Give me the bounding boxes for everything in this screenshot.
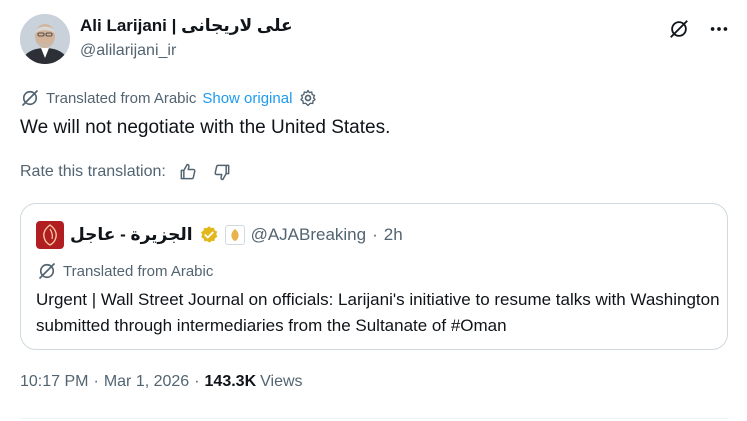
rate-translation-label: Rate this translation: [20, 163, 166, 180]
show-original-link[interactable]: Show original [202, 90, 292, 107]
quoted-tweet-text: Urgent | Wall Street Journal on official… [36, 290, 720, 335]
quoted-translation-notice: Translated from Arabic [37, 261, 213, 281]
views-count[interactable]: 143.3K [205, 373, 257, 391]
grok-button[interactable] [666, 16, 692, 42]
translated-label: Translated from Arabic [46, 89, 197, 107]
thumbs-up-button[interactable] [176, 160, 200, 184]
thumbs-down-icon [214, 164, 230, 181]
tweet-date[interactable]: Mar 1, 2026 [104, 373, 189, 391]
gear-icon[interactable] [298, 88, 318, 108]
tweet-text: We will not negotiate with the United St… [20, 117, 391, 138]
more-icon [710, 27, 728, 31]
quoted-tweet-header: الجزيرة - عاجل @AJABreaking · 2h [36, 221, 403, 249]
quoted-separator: · [372, 225, 378, 244]
affiliate-badge-icon [224, 225, 245, 245]
views-label: Views [260, 373, 303, 390]
quoted-display-name[interactable]: الجزيرة - عاجل [70, 225, 193, 245]
grok-icon [670, 20, 688, 38]
tweet-meta: 10:17 PM · Mar 1, 2026 · 143.3K Views [20, 373, 303, 391]
quoted-time[interactable]: 2h [384, 225, 403, 245]
avatar[interactable] [20, 14, 70, 64]
author-handle[interactable]: @alilarijani_ir [80, 42, 176, 60]
author-display-name[interactable]: Ali Larijani | علی لاریجانی [80, 16, 293, 36]
thumbs-up-icon [180, 163, 196, 180]
more-button[interactable] [706, 16, 732, 42]
translation-notice: Translated from Arabic Show original [20, 88, 318, 108]
aljazeera-logo-icon [36, 221, 64, 249]
quoted-handle[interactable]: @AJABreaking [251, 225, 367, 245]
tweet-time[interactable]: 10:17 PM [20, 373, 88, 391]
translate-icon [21, 89, 39, 107]
quoted-tweet[interactable]: الجزيرة - عاجل @AJABreaking · 2h Transla… [20, 203, 728, 350]
profile-photo-icon [20, 14, 70, 64]
author-name-row: Ali Larijani | علی لاریجانی [80, 16, 293, 36]
meta-separator: · [93, 373, 99, 390]
translate-icon [38, 262, 56, 280]
tweet-header: Ali Larijani | علی لاریجانی @alilarijani… [20, 14, 732, 66]
quoted-translated-label: Translated from Arabic [63, 262, 214, 280]
header-actions [666, 16, 732, 42]
divider [20, 418, 728, 419]
rate-translation-row: Rate this translation: [20, 160, 234, 184]
thumbs-down-button[interactable] [210, 160, 234, 184]
verified-badge-icon [200, 226, 217, 243]
meta-separator: · [194, 373, 200, 390]
